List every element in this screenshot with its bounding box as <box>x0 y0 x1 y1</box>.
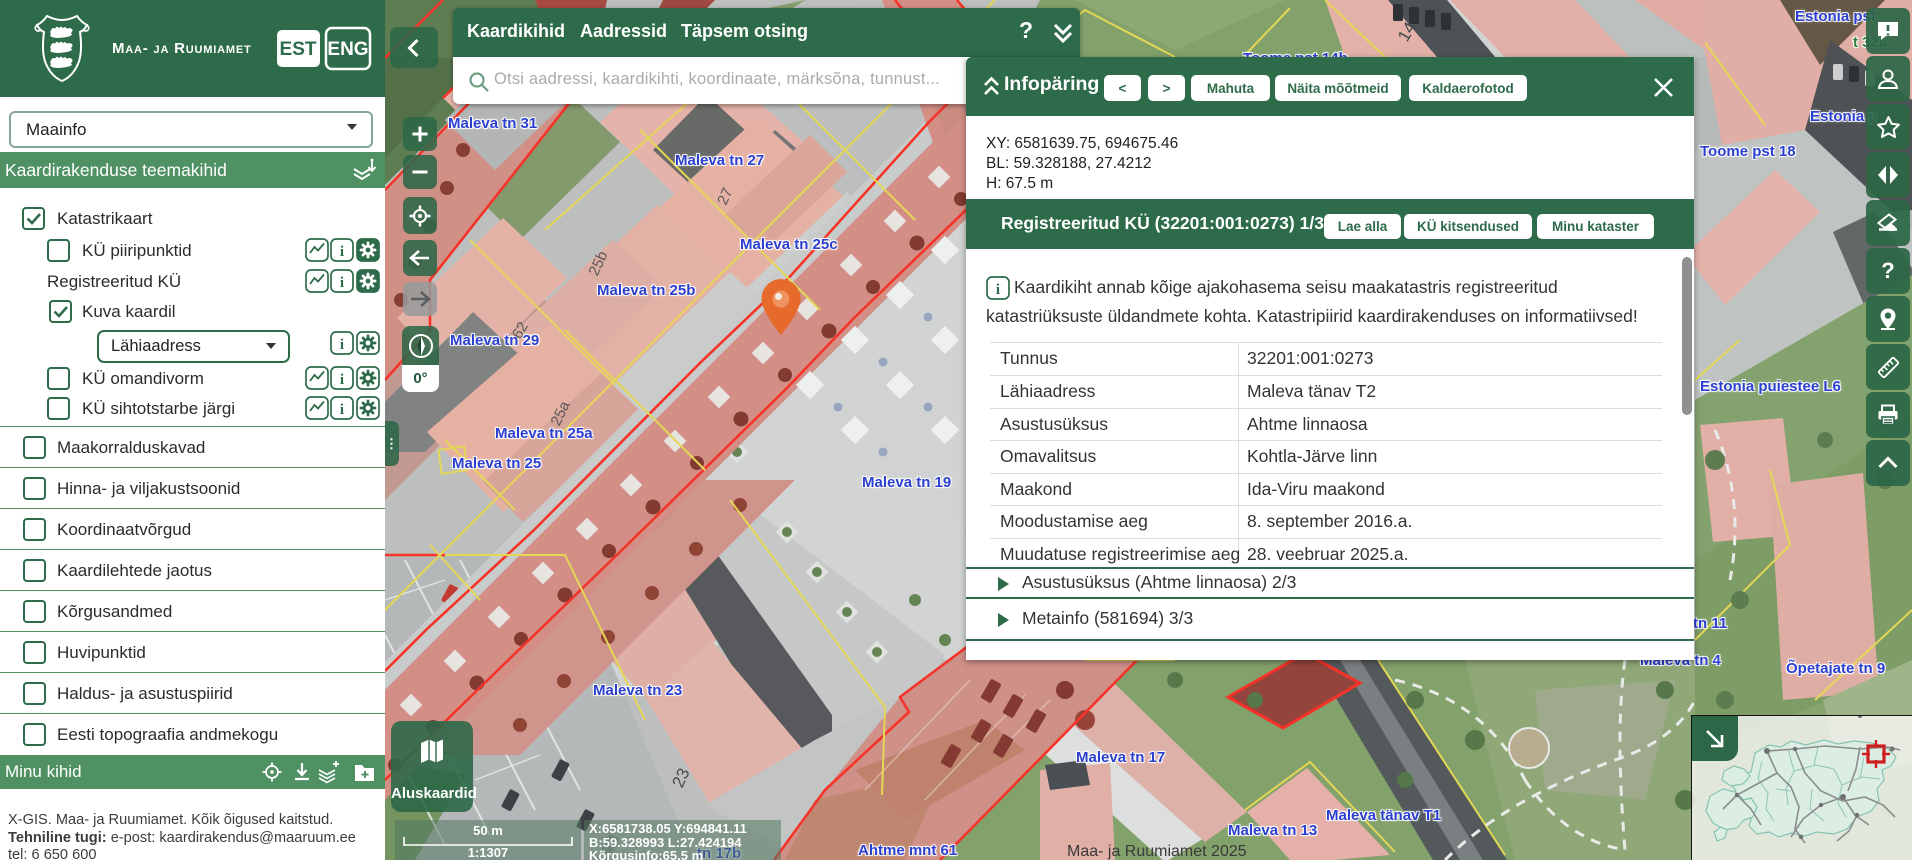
svg-text:i: i <box>996 282 1000 298</box>
svg-text:ENG: ENG <box>327 39 368 60</box>
svg-text:EST: EST <box>280 39 317 60</box>
svg-text:Maa- ja Ruumiamet: Maa- ja Ruumiamet <box>112 40 251 57</box>
